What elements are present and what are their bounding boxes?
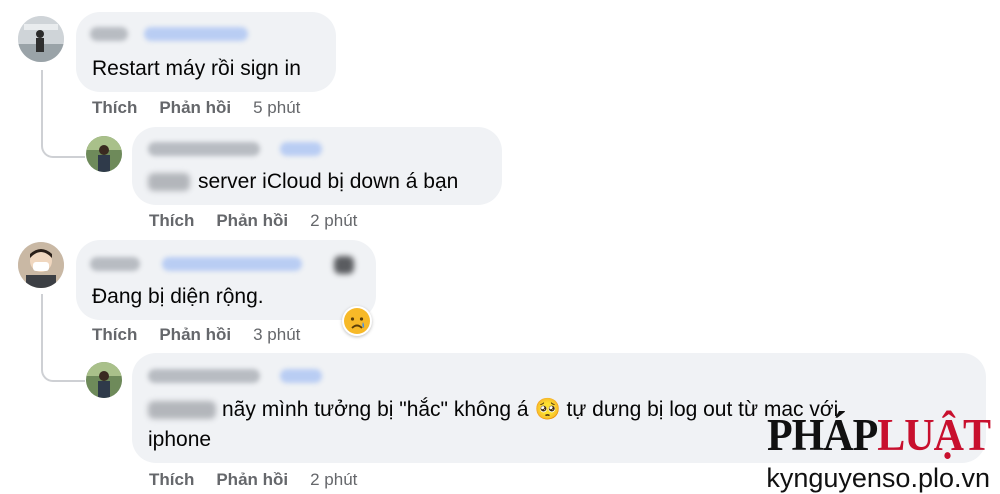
comment-bubble: Restart máy rồi sign in [76,12,336,92]
logo-part2: LUẬT [877,411,991,461]
reply-button[interactable]: Phản hồi [216,211,288,230]
like-button[interactable]: Thích [92,98,137,117]
avatar[interactable] [18,16,64,62]
crying-emoji-reaction[interactable] [342,306,372,336]
comment-text: Đang bị diện rộng. [92,285,264,308]
like-button[interactable]: Thích [149,211,194,230]
reply-bubble: server iCloud bị down á bạn [132,127,502,205]
avatar[interactable] [86,362,122,398]
timestamp[interactable]: 2 phút [310,470,357,489]
author-badge-redacted [162,257,302,271]
reply-text-part1: nãy mình tưởng bị "hắc" không á [222,398,529,421]
like-button[interactable]: Thích [92,325,137,344]
comment-text: Restart máy rồi sign in [92,57,301,80]
author-name-redacted[interactable] [90,257,140,271]
comment-actions: Thích Phản hồi 3 phút [92,325,300,345]
watermark-url: kynguyenso.plo.vn [766,463,990,493]
author-name-redacted[interactable] [148,142,260,156]
brand-logo: PHÁPLUẬT [766,411,991,461]
user-photo-icon [86,362,122,398]
pleading-emoji-icon: 🥺 [534,398,561,421]
timestamp[interactable]: 3 phút [253,325,300,344]
logo-part1: PHÁP [766,411,878,461]
reply-text: server iCloud bị down á bạn [198,170,459,193]
mention-redacted[interactable] [148,401,216,419]
avatar[interactable] [86,136,122,172]
like-button[interactable]: Thích [149,470,194,489]
reply-actions: Thích Phản hồi 2 phút [149,211,357,231]
author-badge-redacted [280,369,322,383]
comment-actions: Thích Phản hồi 5 phút [92,98,300,118]
mention-redacted[interactable] [148,173,190,191]
user-photo-icon [18,242,64,288]
badge-icon-redacted [334,256,354,274]
comment-bubble: Đang bị diện rộng. [76,240,376,320]
reply-button[interactable]: Phản hồi [159,98,231,117]
timestamp[interactable]: 2 phút [310,211,357,230]
watermark: PHÁPLUẬT kynguyenso.plo.vn [766,411,991,494]
author-badge-redacted [144,27,248,41]
author-badge-redacted [280,142,322,156]
crying-emoji-icon [344,308,370,334]
reply-actions: Thích Phản hồi 2 phút [149,470,357,490]
reply-button[interactable]: Phản hồi [216,470,288,489]
user-photo-icon [86,136,122,172]
user-photo-icon [18,16,64,62]
timestamp[interactable]: 5 phút [253,98,300,117]
thread-connector [41,70,85,158]
reply-text-line1: nãy mình tưởng bị "hắc" không á 🥺 tự dưn… [222,395,838,425]
author-name-redacted[interactable] [90,27,128,41]
author-name-redacted[interactable] [148,369,260,383]
reply-button[interactable]: Phản hồi [159,325,231,344]
reply-text-line2: iphone [148,428,212,451]
avatar[interactable] [18,242,64,288]
